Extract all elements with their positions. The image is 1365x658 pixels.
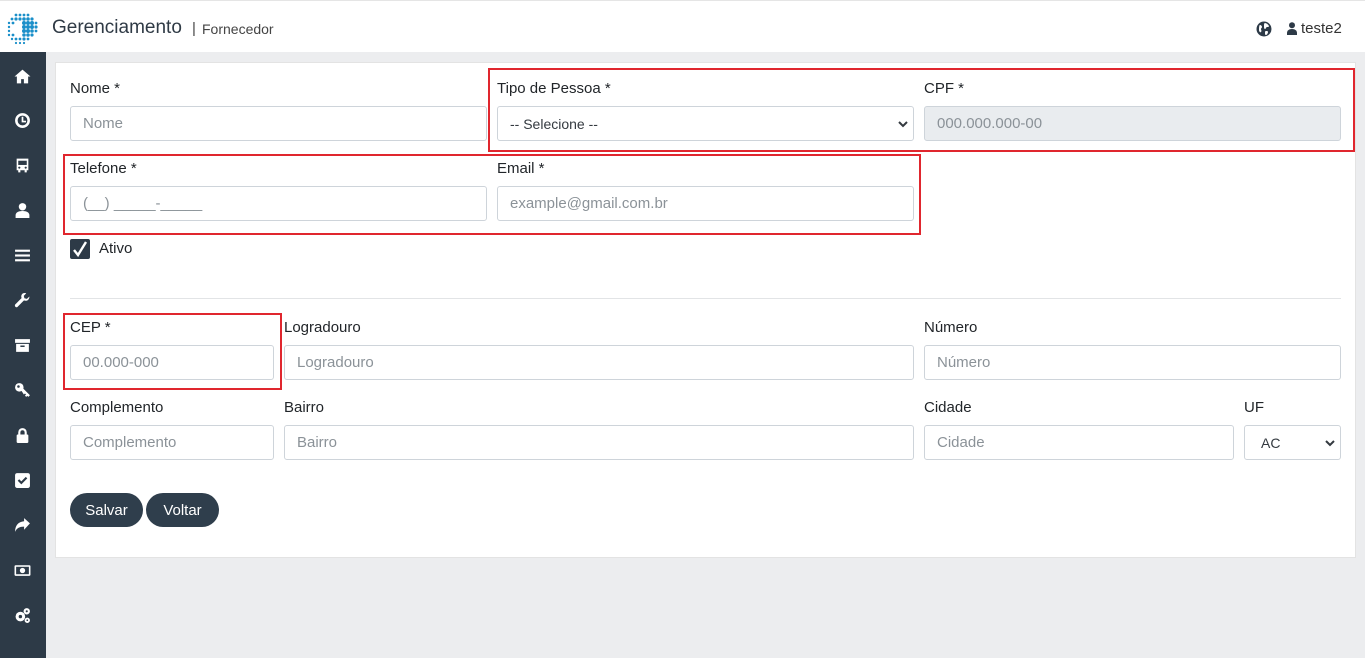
- clock-icon: [14, 112, 30, 128]
- check-square-icon: [14, 472, 30, 488]
- title-separator: |: [192, 20, 196, 37]
- sidebar-wrench-icon[interactable]: [12, 290, 32, 310]
- nome-input[interactable]: [70, 106, 487, 141]
- gears-icon: [15, 607, 30, 623]
- save-button[interactable]: Salvar: [70, 493, 143, 527]
- user-icon[interactable]: [1287, 22, 1297, 35]
- money-icon: [14, 564, 30, 576]
- sidebar-user-icon[interactable]: [12, 200, 32, 220]
- menu-icon: [14, 249, 30, 261]
- sidebar-clock-icon[interactable]: [12, 110, 32, 130]
- section-divider: [70, 298, 1341, 299]
- sidebar: [0, 52, 46, 658]
- back-button[interactable]: Voltar: [146, 493, 219, 527]
- wrench-icon: [14, 292, 29, 307]
- globe-icon[interactable]: [1256, 21, 1272, 37]
- bairro-label: Bairro: [284, 399, 325, 416]
- nome-label: Nome *: [70, 80, 121, 97]
- user-icon: [15, 202, 29, 218]
- breadcrumb: Fornecedor: [202, 21, 274, 37]
- bus-icon: [16, 158, 28, 172]
- lock-icon: [16, 427, 28, 443]
- uf-select[interactable]: AC: [1244, 425, 1341, 460]
- sidebar-bus-icon[interactable]: [12, 155, 32, 175]
- complemento-input[interactable]: [70, 425, 274, 460]
- sidebar-lock-icon[interactable]: [12, 425, 32, 445]
- archive-icon: [14, 338, 30, 352]
- sidebar-archive-icon[interactable]: [12, 335, 32, 355]
- ativo-checkbox[interactable]: [70, 239, 90, 259]
- highlight-box-telefone-email: [63, 154, 921, 235]
- top-bar: Gerenciamento | Fornecedor teste2: [0, 0, 1365, 52]
- chevron-down-icon: [1325, 440, 1335, 447]
- sidebar-key-icon[interactable]: [12, 380, 32, 400]
- logradouro-label: Logradouro: [284, 319, 361, 336]
- bairro-input[interactable]: [284, 425, 914, 460]
- complemento-label: Complemento: [70, 399, 164, 416]
- sidebar-home-icon[interactable]: [12, 66, 32, 86]
- app-title: Gerenciamento: [52, 17, 182, 38]
- uf-label: UF: [1244, 399, 1264, 416]
- logradouro-input[interactable]: [284, 345, 914, 380]
- user-name[interactable]: teste2: [1301, 20, 1342, 37]
- uf-value: AC: [1261, 434, 1281, 451]
- ativo-label: Ativo: [99, 240, 133, 257]
- key-icon: [14, 382, 30, 397]
- numero-label: Número: [924, 319, 978, 336]
- checkmark-icon: [73, 241, 88, 258]
- highlight-box-tipo-cpf: [488, 68, 1355, 152]
- cidade-label: Cidade: [924, 399, 972, 416]
- home-icon: [14, 69, 30, 83]
- sidebar-menu-icon[interactable]: [12, 245, 32, 265]
- sidebar-money-icon[interactable]: [12, 560, 32, 580]
- cidade-input[interactable]: [924, 425, 1234, 460]
- share-icon: [14, 517, 30, 532]
- sidebar-check-square-icon[interactable]: [12, 470, 32, 490]
- sidebar-gears-icon[interactable]: [12, 605, 32, 625]
- logo-icon: [7, 13, 38, 45]
- highlight-box-cep: [63, 313, 282, 390]
- numero-input[interactable]: [924, 345, 1341, 380]
- sidebar-share-icon[interactable]: [12, 515, 32, 535]
